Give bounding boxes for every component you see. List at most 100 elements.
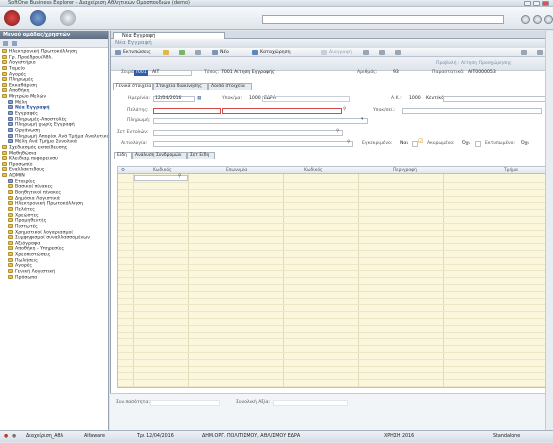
next-record-icon[interactable] xyxy=(395,49,403,56)
grid-row-line xyxy=(118,216,548,217)
grid-row-line xyxy=(118,331,548,333)
grid-row-line xyxy=(118,318,548,319)
folder-icon xyxy=(8,252,13,257)
home-icon[interactable] xyxy=(60,10,76,26)
folder-icon xyxy=(8,218,13,223)
prev-record-icon[interactable] xyxy=(379,49,387,56)
folder-icon xyxy=(2,88,7,93)
client-name-input[interactable] xyxy=(222,108,342,114)
add-icon[interactable] xyxy=(3,41,8,46)
tab-movement[interactable]: Στοιχεία διακίνησης xyxy=(153,83,208,90)
tab-subscriptions[interactable]: Ανάλυση Συνδρομών xyxy=(132,152,187,159)
minimize-button[interactable] xyxy=(524,1,531,6)
grid-row-line xyxy=(118,365,548,367)
folder-icon xyxy=(8,268,13,273)
reason-input[interactable] xyxy=(153,141,353,147)
maximize-button[interactable] xyxy=(533,1,540,6)
grid-row-line xyxy=(118,284,548,285)
grid-row-line xyxy=(118,182,548,183)
form-toolbar: Εκτυπώσεις Νέο Καταχώρηση Διαγραφή xyxy=(111,48,553,57)
ak-field[interactable] xyxy=(443,96,547,102)
print-button[interactable]: Εκτυπώσεις xyxy=(115,49,151,56)
col-code-2[interactable]: Κωδικός xyxy=(304,168,323,173)
first-record-icon[interactable] xyxy=(363,49,371,56)
sidebar-title: Μενού ομάδας/χρηστών xyxy=(0,31,108,39)
softone-logo-icon[interactable] xyxy=(4,10,20,26)
tab-new-entry[interactable]: Νέα Εγγραφή xyxy=(113,32,225,39)
grid-row-line xyxy=(118,379,548,381)
items-grid[interactable]: ⚙ Κωδικός Επωνυμία Κωδικός Περιγραφή Τμή… xyxy=(117,166,549,388)
grid-col-sep xyxy=(283,174,284,387)
col-description[interactable]: Περιγραφή xyxy=(393,168,417,173)
branch-label: Υποκ/μα: xyxy=(222,96,243,101)
search-input[interactable] xyxy=(262,15,504,24)
ak-label: Α.Κ.: xyxy=(391,96,402,101)
series-code: 7001 xyxy=(134,70,148,76)
cancelled-checkbox[interactable]: ☑ xyxy=(418,139,423,145)
entry-search-icon[interactable]: ⚲ xyxy=(336,129,339,135)
help-icon[interactable] xyxy=(521,15,530,24)
print-icon xyxy=(115,50,121,55)
printed-checkbox[interactable] xyxy=(475,141,481,147)
reason-search-icon[interactable]: ⚲ xyxy=(347,140,350,146)
star-icon[interactable] xyxy=(163,49,171,56)
grid-settings-icon[interactable]: ⚙ xyxy=(121,168,125,173)
user-menu-icon[interactable] xyxy=(30,10,46,26)
new-button[interactable]: Νέο xyxy=(212,49,229,56)
totals-footer: Συν.ποσότητα: Συνολική Αξία: xyxy=(110,393,553,430)
grid-search-icon[interactable]: ⚲ xyxy=(178,174,181,180)
status-user: Alfaware xyxy=(84,434,105,439)
grid-col-sep xyxy=(188,174,189,387)
type-label: Τύπος: xyxy=(204,70,220,75)
grid-row-line xyxy=(118,352,548,353)
logout-icon[interactable] xyxy=(544,15,553,24)
folder-icon xyxy=(2,82,7,87)
folder-icon xyxy=(8,229,13,234)
refresh-icon[interactable] xyxy=(179,49,187,56)
close-button[interactable] xyxy=(542,1,549,6)
folder-icon xyxy=(2,65,7,70)
settings-icon[interactable] xyxy=(533,15,542,24)
printed-value: Όχι xyxy=(521,141,529,146)
col-name[interactable]: Επωνυμία xyxy=(226,168,247,173)
payment-select[interactable] xyxy=(153,118,368,124)
view-label: Προβολή : Αίτηση Προσχώρησης xyxy=(436,61,512,66)
grid-row-line xyxy=(118,236,548,238)
approved-value: Ναι xyxy=(400,141,409,146)
save-button[interactable]: Καταχώρηση xyxy=(252,49,291,56)
status-date: Τρι 12/04/2016 xyxy=(137,434,174,439)
grid-row-line xyxy=(118,263,548,265)
expand-icon[interactable] xyxy=(12,41,17,46)
folder-icon xyxy=(8,274,13,279)
cancelled-label: Ακυρωμένο: xyxy=(427,141,455,146)
folder-icon xyxy=(8,201,13,206)
right-scroll-panel[interactable] xyxy=(545,31,553,430)
tab-other[interactable]: Λοιπά στοιχεία xyxy=(208,83,252,90)
total-qty-value xyxy=(150,400,220,406)
tab-items[interactable]: Είδη xyxy=(114,152,132,159)
attach-icon[interactable] xyxy=(195,49,203,56)
delete-button[interactable]: Διαγραφή xyxy=(321,49,352,56)
tab-set-items[interactable]: Σετ Είδη xyxy=(187,152,215,159)
entry-input[interactable] xyxy=(153,130,343,136)
payment-dropdown-icon[interactable]: ▾ xyxy=(361,117,363,123)
client-code-input[interactable] xyxy=(153,108,221,114)
client-search-icon[interactable]: ⚲ xyxy=(343,107,346,113)
status-info-icon: ● xyxy=(12,434,17,439)
close-form-icon[interactable] xyxy=(537,49,545,56)
sidebar-tree: Ηλεκτρονική Πρωτοκόλληση Γρ. Προέδρου/Αθλ… xyxy=(0,48,108,280)
branch-field[interactable] xyxy=(262,96,350,102)
window-title: SoftOne Business Explorer - Διαχείριση Α… xyxy=(8,0,190,6)
tools-icon[interactable] xyxy=(521,49,529,56)
client-sub-input[interactable] xyxy=(402,108,542,114)
sidebar-item[interactable]: Πρόσωπα xyxy=(0,274,108,281)
number-value: 93 xyxy=(393,70,399,75)
col-code[interactable]: Κωδικός xyxy=(153,168,172,173)
printed-label: Εκτυπωμένο: xyxy=(485,141,515,146)
calendar-icon[interactable]: ▦ xyxy=(197,96,201,102)
page-icon xyxy=(8,111,13,116)
delete-icon xyxy=(321,50,327,55)
tab-general[interactable]: Γενικά στοιχεία xyxy=(113,83,153,90)
col-department[interactable]: Τμήμα xyxy=(504,168,518,173)
date-label: Ημερ/νία: xyxy=(128,96,151,101)
